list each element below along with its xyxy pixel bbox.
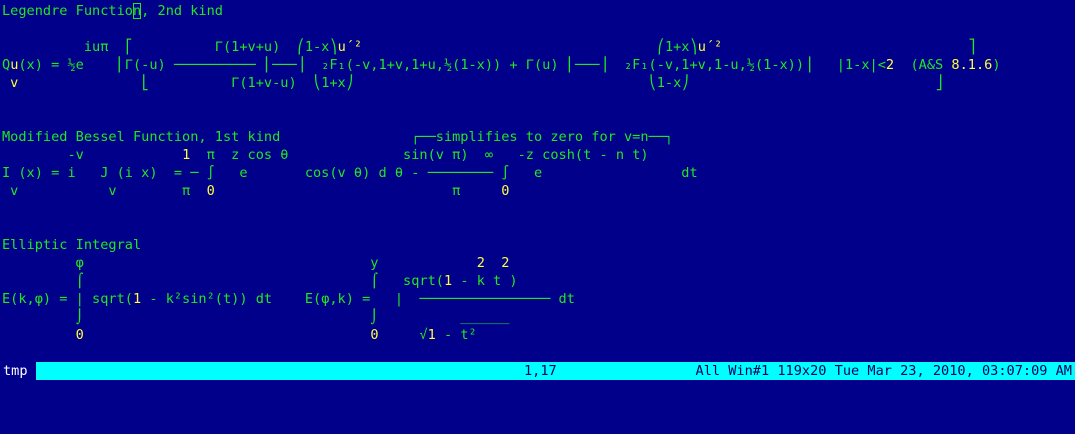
line-text: - k²sin²(t)) dt E(φ,k) = | ─────────────… bbox=[141, 291, 575, 307]
window-info: All Win#1 119x20 Tue Mar 23, 2010, 03:07… bbox=[695, 363, 1072, 379]
cursor-position: 1,17 bbox=[524, 363, 557, 379]
line-text: iuπ ⎡ Γ(1+v+u) ⎛1-x⎞ bbox=[2, 39, 338, 55]
editor-line: iuπ ⎡ Γ(1+v+u) ⎛1-x⎞u´² ⎛1+x⎞u´² ⎤ bbox=[2, 38, 976, 56]
line-text: √ bbox=[378, 327, 428, 343]
line-text: 8.1.6 bbox=[951, 57, 993, 73]
line-text: 1 bbox=[443, 273, 453, 289]
line-text: u´² bbox=[337, 39, 363, 55]
line-text bbox=[84, 327, 370, 343]
line-text: I (x) = i J (i x) = ─ ∫ e cos(v θ) d θ -… bbox=[2, 165, 698, 181]
line-text: - t² bbox=[435, 327, 477, 343]
editor-line: Modified Bessel Function, 1st kind ┌──si… bbox=[2, 128, 673, 146]
line-text: - k t ) bbox=[452, 273, 518, 289]
line-text: ⎤ bbox=[722, 39, 976, 55]
line-text: 1 bbox=[132, 291, 142, 307]
line-text: , 2nd kind bbox=[141, 3, 223, 19]
line-text: E(k,φ) = | sqrt( bbox=[2, 291, 133, 307]
editor-line: 0 0 √1 - t² bbox=[2, 326, 477, 344]
line-text: ⎛1+x⎞ bbox=[362, 39, 698, 55]
line-text: ) bbox=[992, 57, 1001, 73]
line-text: v bbox=[2, 75, 19, 91]
editor-line: I (x) = i J (i x) = ─ ∫ e cos(v θ) d θ -… bbox=[2, 164, 698, 182]
line-text: ⌡ ⌡ ______ bbox=[2, 309, 510, 325]
line-text: Legendre Functio bbox=[2, 3, 133, 19]
line-text: ⎣ Γ(1+v-u) ⎝1+x⎠ ⎝1-x⎠ ⎦ bbox=[18, 75, 944, 91]
editor-line: ⌡ ⌡ ______ bbox=[2, 308, 510, 326]
line-text: 1 bbox=[427, 327, 436, 343]
line-text: -v bbox=[2, 147, 183, 163]
line-text: 0 bbox=[370, 327, 379, 343]
line-text bbox=[2, 327, 76, 343]
line-text: u´² bbox=[697, 39, 723, 55]
line-text: (x) = ½e ⎢Γ(-u) ────────── ⎜───⎟ ₂F₁(-v,… bbox=[18, 57, 886, 73]
line-text: Modified Bessel Function, 1st kind ┌──si… bbox=[2, 129, 674, 145]
editor-line: v v π 0 π 0 bbox=[2, 182, 509, 200]
buffer-name[interactable]: tmp bbox=[0, 362, 36, 380]
editor-line: v ⎣ Γ(1+v-u) ⎝1+x⎠ ⎝1-x⎠ ⎦ bbox=[2, 74, 943, 92]
text-cursor: n bbox=[132, 3, 142, 19]
line-text: π z cos θ sin(v π) ∞ -z cosh(t - n t) bbox=[190, 147, 649, 163]
line-text: φ y bbox=[2, 255, 477, 271]
line-text: ⌠ ⌠ sqrt( bbox=[2, 273, 444, 289]
status-bar: tmp 1,17 All Win#1 119x20 Tue Mar 23, 20… bbox=[0, 362, 1075, 380]
line-text: π bbox=[214, 183, 502, 199]
line-text: 2 2 bbox=[476, 255, 510, 271]
editor-line: ⌠ ⌠ sqrt(1 - k t ) bbox=[2, 272, 518, 290]
editor-line: E(k,φ) = | sqrt(1 - k²sin²(t)) dt E(φ,k)… bbox=[2, 290, 575, 308]
editor-line: φ y 2 2 bbox=[2, 254, 510, 272]
line-text: 0 bbox=[206, 183, 215, 199]
editor-line: Qu(x) = ½e ⎢Γ(-u) ────────── ⎜───⎟ ₂F₁(-… bbox=[2, 56, 1001, 74]
line-text: Q bbox=[2, 57, 11, 73]
line-text: 2 bbox=[885, 57, 895, 73]
line-text: Elliptic Integral bbox=[2, 237, 142, 253]
editor-line: Elliptic Integral bbox=[2, 236, 141, 254]
editor-line: Legendre Function, 2nd kind bbox=[2, 2, 223, 20]
editor-line: -v 1 π z cos θ sin(v π) ∞ -z cosh(t - n … bbox=[2, 146, 649, 164]
line-text: 0 bbox=[75, 327, 84, 343]
editor-text-area[interactable]: Legendre Function, 2nd kind iuπ ⎡ Γ(1+v+… bbox=[0, 0, 1075, 360]
line-text: (A&S bbox=[894, 57, 952, 73]
line-text: v v π bbox=[2, 183, 207, 199]
line-text: 0 bbox=[501, 183, 510, 199]
